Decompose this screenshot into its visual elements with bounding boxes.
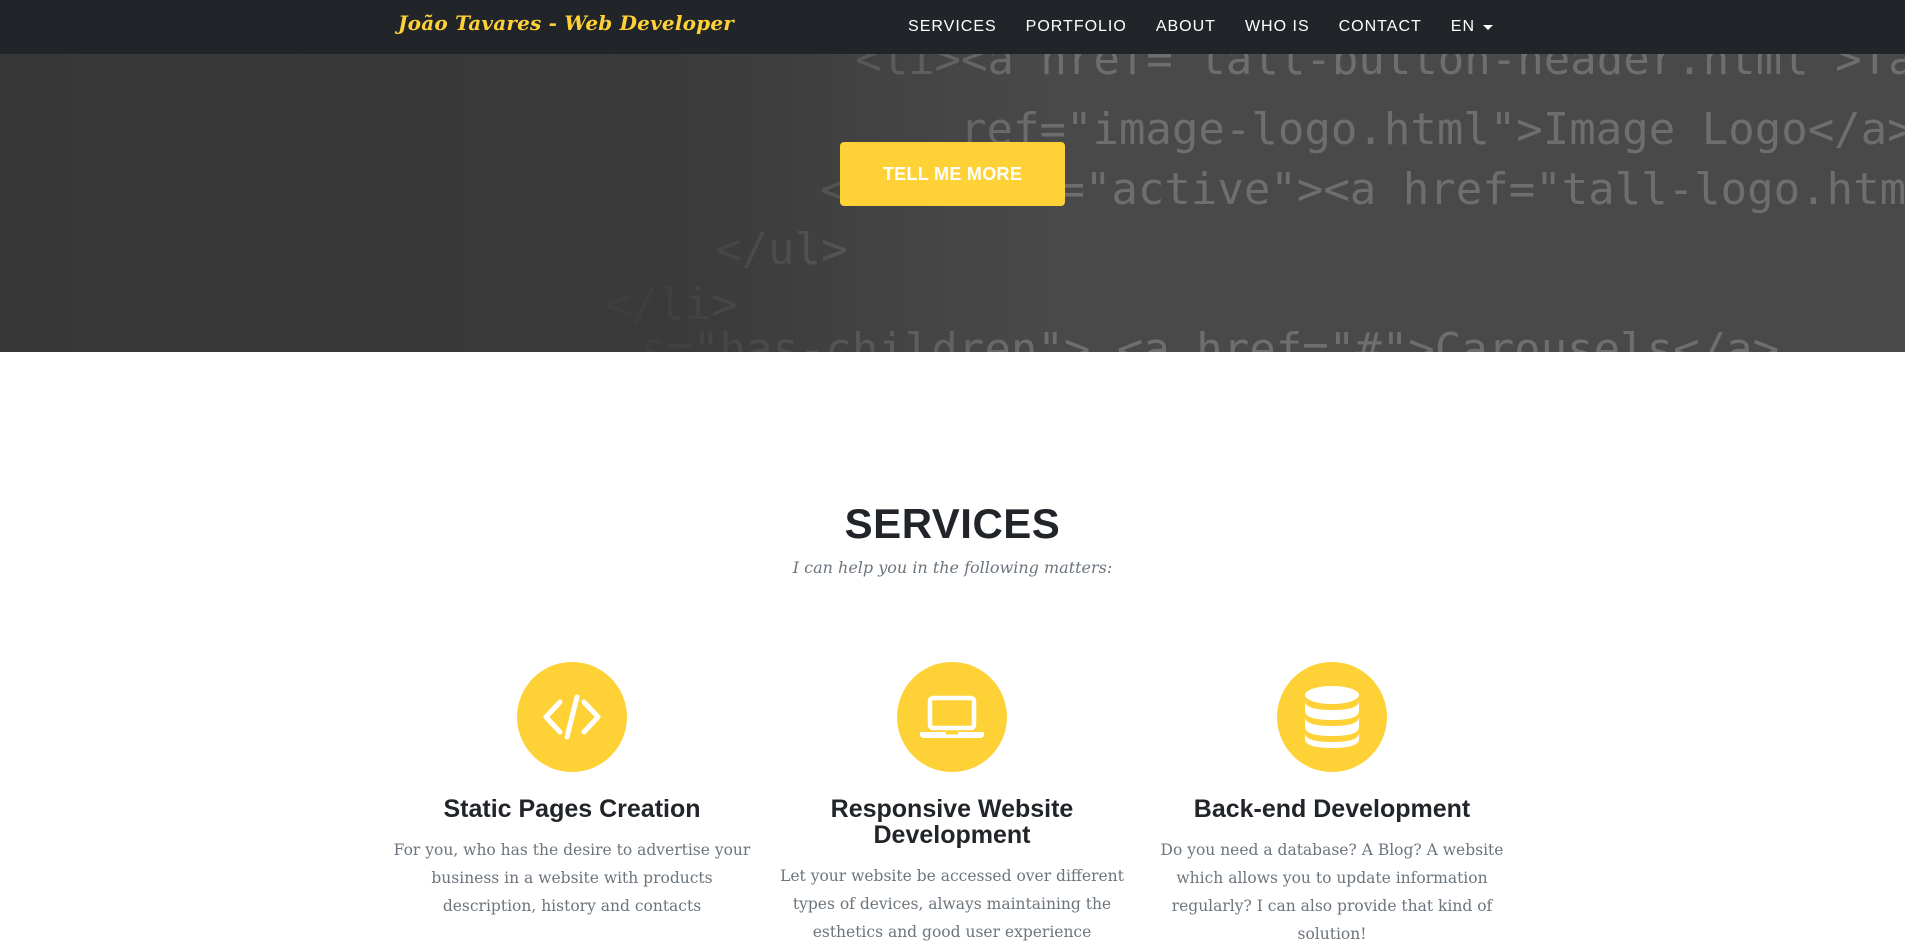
- service-card-static-pages: Static Pages Creation For you, who has t…: [382, 662, 762, 920]
- database-icon: [1277, 662, 1387, 772]
- tell-me-more-button[interactable]: TELL ME MORE: [840, 142, 1065, 206]
- nav-link-portfolio[interactable]: PORTFOLIO: [1026, 18, 1127, 36]
- service-description: Do you need a database? A Blog? A websit…: [1160, 841, 1504, 943]
- service-title: Back-end Development: [1193, 795, 1471, 823]
- laptop-icon: [897, 662, 1007, 772]
- hero-section: <li><a href="tall-button-header.html">Ta…: [0, 54, 1905, 352]
- nav-link-about[interactable]: ABOUT: [1156, 18, 1216, 36]
- service-description: For you, who has the desire to advertise…: [393, 841, 751, 915]
- nav-links: SERVICES PORTFOLIO ABOUT WHO IS CONTACT …: [908, 0, 1493, 54]
- service-description: Let your website be accessed over differ…: [780, 867, 1124, 941]
- language-label: EN: [1450, 18, 1475, 35]
- code-icon: [517, 662, 627, 772]
- service-title: Responsive Website Development: [830, 795, 1074, 849]
- service-card-back-end: Back-end Development Do you need a datab…: [1142, 662, 1522, 948]
- nav-link-who-is[interactable]: WHO IS: [1245, 18, 1310, 36]
- services-heading: SERVICES: [844, 500, 1061, 547]
- nav-link-services[interactable]: SERVICES: [908, 18, 997, 36]
- services-subheading: I can help you in the following matters:: [792, 558, 1113, 577]
- navbar: João Tavares - Web Developer SERVICES PO…: [0, 0, 1905, 54]
- service-title: Static Pages Creation: [443, 795, 701, 823]
- caret-down-icon: [1483, 24, 1493, 30]
- brand-logo[interactable]: João Tavares - Web Developer: [398, 11, 734, 35]
- service-card-responsive: Responsive Website Development Let your …: [762, 662, 1142, 946]
- nav-link-contact[interactable]: CONTACT: [1339, 18, 1422, 36]
- language-dropdown[interactable]: EN: [1451, 18, 1493, 36]
